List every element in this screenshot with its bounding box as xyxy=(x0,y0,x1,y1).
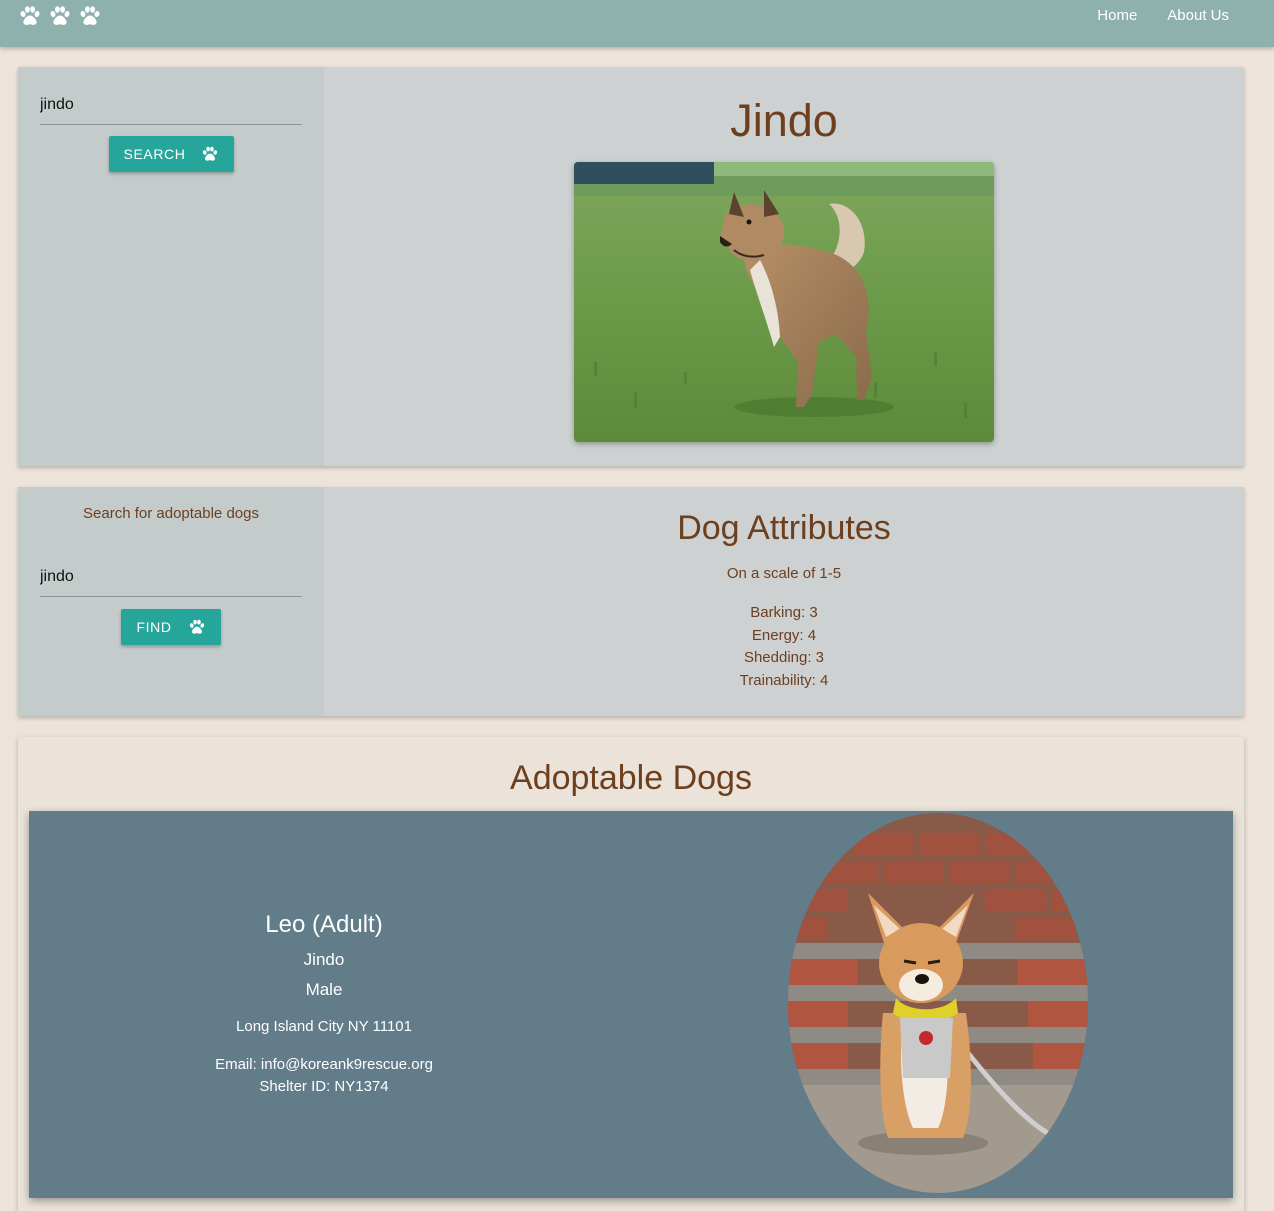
find-button[interactable]: FIND xyxy=(121,609,221,645)
attribute-trainability: Trainability: 4 xyxy=(739,671,829,689)
dog-location: Long Island City NY 11101 xyxy=(236,1018,412,1035)
adoptable-dogs-title: Adoptable Dogs xyxy=(510,759,752,797)
paw-icon xyxy=(78,4,102,28)
attribute-shedding: Shedding: 3 xyxy=(743,649,825,666)
attribute-energy: Energy: 4 xyxy=(751,626,817,644)
dog-shelter-id: Shelter ID: NY1374 xyxy=(259,1078,389,1095)
adoptable-search-sidebar: Search for adoptable dogs FIND xyxy=(18,487,324,716)
attributes-title: Dog Attributes xyxy=(677,509,891,547)
brand-logo[interactable] xyxy=(18,4,102,28)
adoptable-search-caption: Search for adoptable dogs xyxy=(83,505,259,522)
attributes-subtitle: On a scale of 1-5 xyxy=(726,565,842,582)
search-button-label: SEARCH xyxy=(123,146,186,162)
paw-icon xyxy=(188,618,206,636)
dog-name: Leo (Adult) xyxy=(265,911,383,938)
nav-link-home[interactable]: Home xyxy=(1097,7,1137,24)
adoptable-search-panel: Search for adoptable dogs FIND Dog Attri… xyxy=(18,487,1244,716)
breed-search-panel: SEARCH Jindo xyxy=(18,67,1244,466)
find-button-label: FIND xyxy=(136,619,172,635)
dog-sex: Male xyxy=(305,980,343,999)
nav-link-about-us[interactable]: About Us xyxy=(1167,7,1229,24)
search-button[interactable]: SEARCH xyxy=(109,136,234,172)
dog-photo xyxy=(788,813,1088,1193)
paw-icon xyxy=(18,4,42,28)
attribute-barking: Barking: 3 xyxy=(750,604,818,621)
paw-icon xyxy=(48,4,72,28)
adoptable-search-field xyxy=(40,568,302,597)
nav-links: Home About Us xyxy=(1097,7,1229,24)
breed-search-sidebar: SEARCH xyxy=(18,67,324,466)
breed-search-input[interactable] xyxy=(40,96,302,124)
adoptable-search-input[interactable] xyxy=(40,568,302,596)
breed-photo xyxy=(574,162,994,442)
attributes-list: Barking: 3 Energy: 4 Shedding: 3 Trainab… xyxy=(324,602,1244,692)
navbar: Home About Us xyxy=(0,0,1274,47)
paw-icon xyxy=(201,145,219,163)
dog-breed: Jindo xyxy=(303,950,345,969)
dog-card[interactable]: Leo (Adult) Jindo Male Long Island City … xyxy=(29,811,1233,1198)
dog-contact-email: Email: info@koreank9rescue.org xyxy=(215,1056,433,1073)
adoptable-dogs-section: Adoptable Dogs Leo (Adult) Jindo Male Lo… xyxy=(18,737,1244,1211)
breed-title: Jindo xyxy=(730,95,838,146)
breed-search-field xyxy=(40,96,302,125)
